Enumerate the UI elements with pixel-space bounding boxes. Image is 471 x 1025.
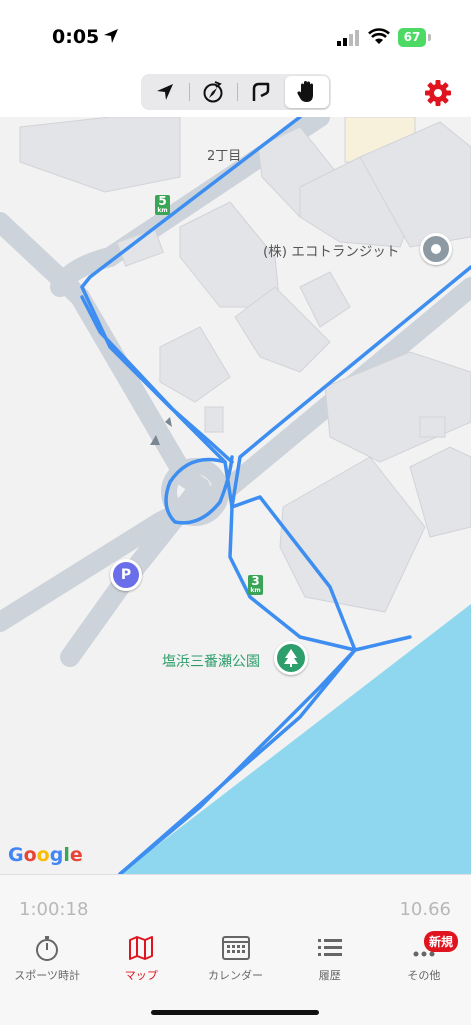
tree-icon [284,649,298,667]
location-services-icon [104,29,118,43]
distance-value: 10.66 [399,899,451,920]
google-attribution: Google [8,844,83,866]
km-marker-value: 3 [251,574,260,588]
new-badge: 新規 [424,931,459,952]
route-icon [252,82,270,101]
route-mode-button[interactable] [239,76,283,108]
park-tree-icon[interactable] [274,641,308,675]
battery-tip [428,34,431,41]
home-indicator[interactable] [151,1010,319,1015]
map-view[interactable]: 2丁目 (株) エコトランジット 5 km 3 km P 塩浜三番瀬公園 Goo… [0,117,471,874]
segment-divider [189,83,190,101]
hand-mode-button[interactable] [285,76,329,108]
settings-gear-icon[interactable] [424,79,452,107]
tab-label: 履歴 [318,969,341,982]
follow-location-button[interactable] [143,76,187,108]
parking-icon[interactable]: P [110,559,142,591]
km-marker-5: 5 km [155,195,170,215]
km-marker-unit: km [157,207,168,214]
km-marker-value: 5 [158,194,167,208]
elapsed-time: 1:00:18 [19,899,89,920]
buildings [19,117,471,613]
company-label: (株) エコトランジット [263,244,400,260]
cellular-signal-icon [337,30,359,46]
status-bar: 0:05 67 [0,0,471,70]
tab-label: マップ [124,969,158,982]
wifi-icon [368,28,390,44]
map-canvas [0,117,471,874]
bottom-panel: 1:00:18 10.66 スポーツ時計 マップ カレンダー 履歴 その他 新規 [0,874,471,1025]
map-icon [129,936,154,960]
calendar-icon [221,936,250,960]
stopwatch-icon [36,936,59,961]
block-label: 2丁目 [207,149,242,164]
location-arrow-icon [157,84,173,100]
compass-icon [203,81,223,103]
tab-sports-watch[interactable]: スポーツ時計 [0,933,94,993]
hand-icon [297,81,313,102]
km-marker-unit: km [250,587,261,594]
tab-bar: スポーツ時計 マップ カレンダー 履歴 その他 [0,933,471,993]
tab-calendar[interactable]: カレンダー [188,933,282,993]
battery-indicator: 67 [398,28,426,47]
tab-history[interactable]: 履歴 [283,933,377,993]
poi-marker-icon[interactable] [420,233,452,265]
park-label: 塩浜三番瀬公園 [162,654,260,670]
tab-label: カレンダー [208,969,263,982]
tab-label: その他 [407,969,441,982]
compass-mode-button[interactable] [191,76,235,108]
tab-map[interactable]: マップ [94,933,188,993]
km-marker-3: 3 km [248,575,263,595]
map-toolbar [0,70,471,118]
status-time: 0:05 [52,26,100,48]
list-icon [317,939,342,956]
tab-label: スポーツ時計 [14,969,80,982]
segment-divider [237,83,238,101]
map-mode-segmented-control [141,74,331,110]
